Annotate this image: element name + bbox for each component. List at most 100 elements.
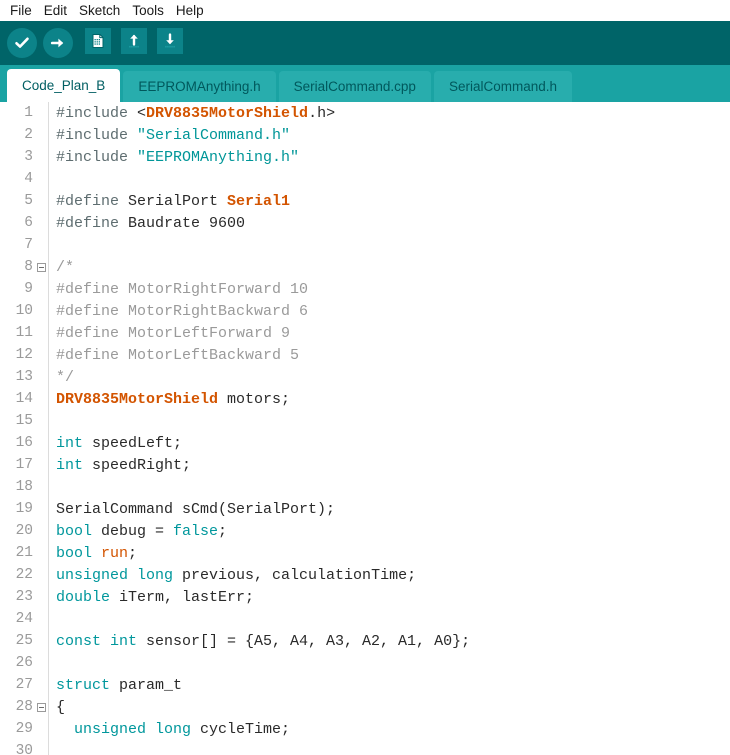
code-line: 18 bbox=[0, 476, 730, 498]
code-token: { bbox=[56, 698, 66, 716]
code-token: speedRight; bbox=[83, 456, 192, 474]
line-number: 29 bbox=[15, 721, 33, 737]
line-number: 4 bbox=[24, 171, 33, 187]
line-number: 19 bbox=[15, 501, 33, 517]
checkmark-circle-icon bbox=[7, 28, 37, 58]
code-text[interactable]: unsigned long cycleTime; bbox=[49, 721, 730, 738]
gutter-divider bbox=[48, 168, 49, 190]
menu-item-edit[interactable]: Edit bbox=[38, 0, 73, 21]
code-line: 23 double iTerm, lastErr; bbox=[0, 586, 730, 608]
code-text[interactable]: #define SerialPort Serial1 bbox=[49, 193, 730, 210]
code-line: 11 #define MotorLeftForward 9 bbox=[0, 322, 730, 344]
code-token: motors; bbox=[218, 390, 291, 408]
code-text[interactable]: #define MotorRightBackward 6 bbox=[49, 303, 730, 320]
line-number: 20 bbox=[15, 523, 33, 539]
gutter-divider bbox=[48, 652, 49, 674]
code-line: 4 bbox=[0, 168, 730, 190]
line-number: 18 bbox=[15, 479, 33, 495]
tab-code-plan-b[interactable]: Code_Plan_B bbox=[7, 69, 121, 102]
tab-label: SerialCommand.h bbox=[448, 79, 557, 94]
code-text[interactable]: /* bbox=[49, 259, 730, 276]
code-editor[interactable]: 1 #include <DRV8835MotorShield.h> 2 #includ… bbox=[0, 102, 730, 755]
code-token: #define bbox=[56, 192, 120, 210]
code-text[interactable]: #define MotorLeftForward 9 bbox=[49, 325, 730, 342]
menu-bar: File Edit Sketch Tools Help bbox=[0, 0, 730, 21]
code-text[interactable]: bool debug = false; bbox=[49, 523, 730, 540]
menu-item-tools[interactable]: Tools bbox=[126, 0, 170, 21]
code-text[interactable]: int speedRight; bbox=[49, 457, 730, 474]
code-token: run bbox=[101, 544, 129, 562]
line-number: 6 bbox=[24, 215, 33, 231]
code-text[interactable]: struct param_t bbox=[49, 677, 730, 694]
fold-column bbox=[34, 262, 48, 272]
code-line: 20 bool debug = false; bbox=[0, 520, 730, 542]
code-token: /* bbox=[56, 258, 75, 276]
verify-button[interactable] bbox=[7, 28, 37, 58]
tab-eepromanything-h[interactable]: EEPROMAnything.h bbox=[123, 71, 276, 102]
code-text[interactable]: bool run; bbox=[49, 545, 730, 562]
code-text[interactable]: const int sensor[] = {A5, A4, A3, A2, A1… bbox=[49, 633, 730, 650]
code-text[interactable]: #include "EEPROMAnything.h" bbox=[49, 149, 730, 166]
menu-item-sketch[interactable]: Sketch bbox=[73, 0, 126, 21]
code-text[interactable]: DRV8835MotorShield motors; bbox=[49, 391, 730, 408]
collapse-fold-icon[interactable] bbox=[36, 262, 46, 272]
code-text[interactable]: #define MotorLeftBackward 5 bbox=[49, 347, 730, 364]
code-line: 13 */ bbox=[0, 366, 730, 388]
gutter-divider bbox=[48, 234, 49, 256]
code-text[interactable]: SerialCommand sCmd(SerialPort); bbox=[49, 501, 730, 518]
menu-item-file[interactable]: File bbox=[4, 0, 38, 21]
code-line: 1 #include <DRV8835MotorShield.h> bbox=[0, 102, 730, 124]
code-token: SerialPort bbox=[119, 192, 228, 210]
new-sketch-button[interactable] bbox=[85, 28, 115, 58]
line-number: 26 bbox=[15, 655, 33, 671]
code-token: int bbox=[56, 434, 84, 452]
code-line: 22 unsigned long previous, calculationTim… bbox=[0, 564, 730, 586]
upload-button[interactable] bbox=[43, 28, 73, 58]
code-text[interactable]: */ bbox=[49, 369, 730, 386]
gutter-divider bbox=[48, 476, 49, 498]
tab-bar: Code_Plan_B EEPROMAnything.h SerialCommand… bbox=[0, 65, 730, 102]
code-line: 21 bool run; bbox=[0, 542, 730, 564]
code-line: 25 const int sensor[] = {A5, A4, A3, A2, … bbox=[0, 630, 730, 652]
line-number: 25 bbox=[15, 633, 33, 649]
line-number: 13 bbox=[15, 369, 33, 385]
tab-serialcommand-cpp[interactable]: SerialCommand.cpp bbox=[278, 71, 431, 102]
gutter-divider bbox=[48, 740, 49, 755]
code-token: const int bbox=[56, 632, 138, 650]
line-number: 3 bbox=[24, 149, 33, 165]
code-line: 5 #define SerialPort Serial1 bbox=[0, 190, 730, 212]
new-document-icon bbox=[85, 28, 111, 54]
line-number: 28 bbox=[15, 699, 33, 715]
line-number: 24 bbox=[15, 611, 33, 627]
toolbar bbox=[0, 21, 730, 65]
code-text[interactable]: #include <DRV8835MotorShield.h> bbox=[49, 105, 730, 122]
collapse-fold-icon[interactable] bbox=[36, 702, 46, 712]
code-token: sensor[] = {A5, A4, A3, A2, A1, A0}; bbox=[137, 632, 471, 650]
code-token: DRV8835MotorShield bbox=[56, 390, 219, 408]
code-line: 26 bbox=[0, 652, 730, 674]
gutter-divider bbox=[48, 608, 49, 630]
code-token: cycleTime; bbox=[191, 720, 291, 738]
code-text[interactable]: int speedLeft; bbox=[49, 435, 730, 452]
code-line: 15 bbox=[0, 410, 730, 432]
save-sketch-button[interactable] bbox=[157, 28, 187, 58]
line-number: 10 bbox=[15, 303, 33, 319]
code-line: 16 int speedLeft; bbox=[0, 432, 730, 454]
code-text[interactable]: #define MotorRightForward 10 bbox=[49, 281, 730, 298]
line-number: 23 bbox=[15, 589, 33, 605]
code-text[interactable]: #include "SerialCommand.h" bbox=[49, 127, 730, 144]
code-token: debug = bbox=[92, 522, 174, 540]
open-sketch-button[interactable] bbox=[121, 28, 151, 58]
menu-item-help[interactable]: Help bbox=[170, 0, 210, 21]
tab-label: Code_Plan_B bbox=[22, 78, 106, 93]
code-text[interactable]: #define Baudrate 9600 bbox=[49, 215, 730, 232]
code-line: 28 { bbox=[0, 696, 730, 718]
code-text[interactable]: { bbox=[49, 699, 730, 716]
line-number: 30 bbox=[15, 743, 33, 755]
code-text[interactable]: double iTerm, lastErr; bbox=[49, 589, 730, 606]
tab-serialcommand-h[interactable]: SerialCommand.h bbox=[433, 71, 572, 102]
code-text[interactable]: unsigned long previous, calculationTime; bbox=[49, 567, 730, 584]
code-token: .h> bbox=[308, 104, 336, 122]
